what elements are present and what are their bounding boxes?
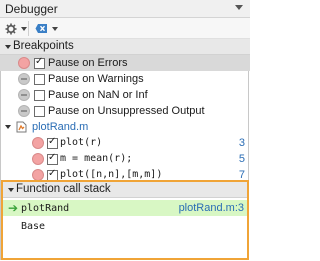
window-title: Debugger [5,2,58,16]
breakpoints-header-label: Breakpoints [13,40,74,52]
call-stack-header[interactable]: Function call stack [3,182,247,198]
clear-breakpoints-icon [35,24,47,33]
toolbar-divider [28,21,29,36]
pause-on-errors-checkbox[interactable] [34,56,45,69]
breakpoint-red-icon [32,137,44,149]
settings-chevron-down-icon [21,26,27,31]
pause-on-nan-checkbox[interactable] [34,90,45,101]
breakpoint-code: m = mean(r); [60,153,133,164]
pause-option-row[interactable]: Pause on NaN or Inf [0,87,250,103]
breakpoint-disabled-icon [18,89,30,101]
breakpoint-line-row[interactable]: m = mean(r); 5 [0,151,250,167]
breakpoint-disabled-icon [18,73,30,85]
breakpoint-enable-checkbox[interactable] [47,136,58,149]
breakpoint-enable-checkbox[interactable] [47,152,58,165]
clear-breakpoints-button[interactable] [35,21,58,36]
pause-option-label: Pause on Unsuppressed Output [48,105,205,117]
call-stack-header-label: Function call stack [16,183,111,195]
breakpoint-line-row[interactable]: plot(r) 3 [0,135,250,151]
breakpoint-line-number[interactable]: 3 [239,137,245,149]
breakpoint-code: plot(r) [60,137,103,148]
pause-option-row[interactable]: Pause on Warnings [0,71,250,87]
breakpoints-header[interactable]: Breakpoints [0,39,250,55]
panel-menu-chevron-down-icon[interactable] [235,5,243,10]
settings-button[interactable] [5,21,27,36]
toolbar [0,18,250,39]
pause-option-row[interactable]: Pause on Errors [0,55,250,71]
pause-option-label: Pause on NaN or Inf [48,89,148,101]
frame-name: plotRand [21,203,70,214]
pause-option-label: Pause on Errors [48,57,128,69]
breakpoint-line-number[interactable]: 5 [239,153,245,165]
clear-chevron-down-icon [52,26,58,31]
frame-name: Base [21,221,46,232]
breakpoint-file-name[interactable]: plotRand.m [32,121,88,133]
collapse-triangle-icon [8,188,14,192]
breakpoint-red-icon [18,57,30,69]
pause-option-row[interactable]: Pause on Unsuppressed Output [0,103,250,119]
breakpoint-code: plot([n,n],[m,m]) [60,169,163,180]
call-stack-frame[interactable]: ➔ plotRand plotRand.m:3 [3,200,247,216]
breakpoint-red-icon [32,153,44,165]
matlab-file-icon [16,121,27,133]
call-stack-frame[interactable]: Base [3,218,247,234]
call-stack-section: Function call stack ➔ plotRand plotRand.… [1,180,249,260]
pause-on-warnings-checkbox[interactable] [34,74,45,85]
breakpoint-file-row[interactable]: plotRand.m [0,119,250,135]
debugger-titlebar: Debugger [0,0,250,18]
collapse-triangle-icon [5,45,11,49]
breakpoint-disabled-icon [18,105,30,117]
pause-on-unsuppressed-output-checkbox[interactable] [34,106,45,117]
gear-icon [5,23,17,34]
pause-option-label: Pause on Warnings [48,73,144,85]
current-frame-arrow-icon: ➔ [8,201,19,215]
frame-location-link[interactable]: plotRand.m:3 [179,202,244,214]
collapse-triangle-icon [5,125,11,129]
